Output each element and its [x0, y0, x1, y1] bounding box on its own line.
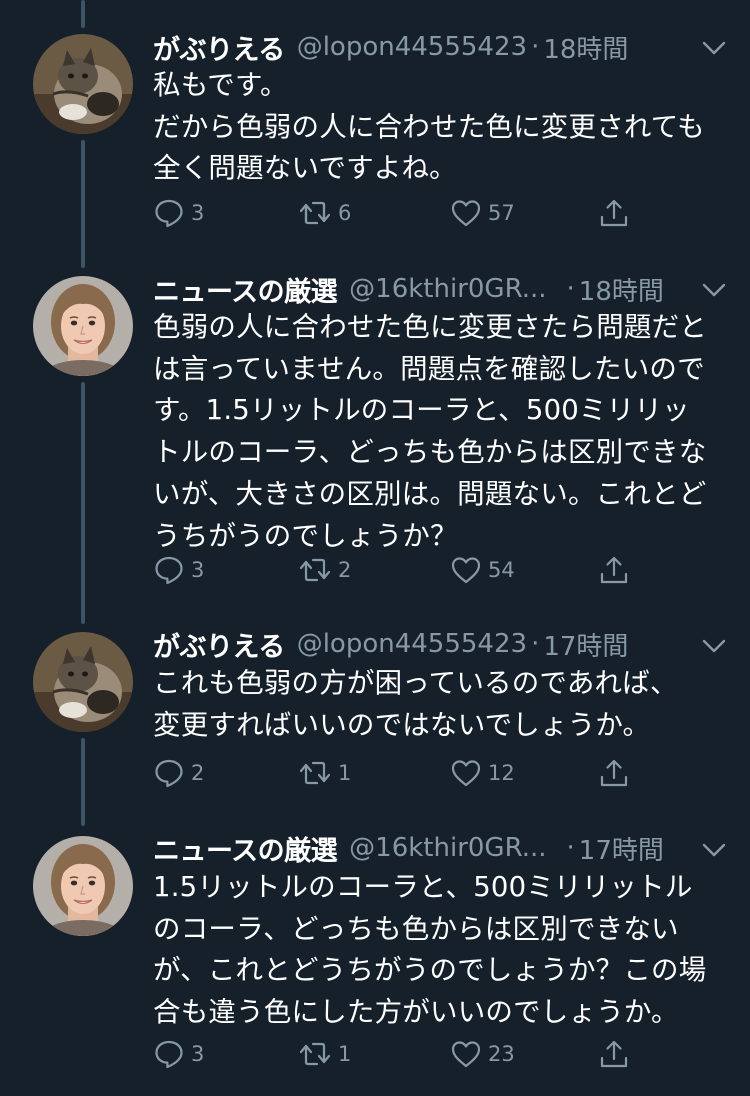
reply-icon: [155, 199, 183, 228]
cat-avatar-icon: [33, 632, 133, 732]
woman-avatar-icon: [33, 276, 133, 376]
display-name[interactable]: ニュースの厳選: [153, 270, 338, 309]
chevron-down-icon[interactable]: [700, 278, 728, 302]
tweet-text-line: 変更すればいいのではないでしょうか。: [153, 708, 651, 741]
retweet-count: 1: [338, 761, 352, 785]
tweet-text-line: は言っていません。問題点を確認したいので: [153, 352, 705, 385]
tweet-actions: 2 1 12: [153, 753, 733, 793]
heart-icon: [451, 760, 481, 787]
tweet-text-line: す。1.5リットルのコーラと、500ミリリッ: [153, 394, 690, 427]
like-count: 12: [488, 761, 515, 785]
cat-avatar-icon: [33, 34, 133, 134]
retweet-button[interactable]: 1: [298, 753, 351, 793]
retweet-button[interactable]: 2: [298, 550, 351, 590]
like-count: 54: [488, 558, 515, 582]
heart-icon: [451, 1041, 481, 1068]
tweet-text: 1.5リットルのコーラと、500ミリリットル のコーラ、どっちも色からは区別でき…: [153, 867, 728, 1034]
share-button[interactable]: [598, 193, 630, 233]
like-button[interactable]: 23: [450, 1034, 515, 1074]
separator: ·: [531, 32, 540, 62]
like-count: 57: [488, 201, 515, 225]
tweet-text-line: 合も違う色にした方がいいのでしょうか。: [153, 996, 679, 1029]
timestamp[interactable]: 18時間: [543, 29, 628, 66]
like-count: 23: [488, 1042, 515, 1066]
display-name[interactable]: がぶりえる: [153, 625, 285, 664]
retweet-button[interactable]: 1: [298, 1034, 351, 1074]
chevron-down-icon[interactable]: [700, 634, 728, 658]
tweet[interactable]: がぶりえる @lopon44555423 · 18時間 私もです。 だから色弱の…: [0, 0, 750, 250]
share-icon: [600, 199, 628, 227]
retweet-button[interactable]: 6: [298, 193, 351, 233]
retweet-icon: [299, 761, 331, 785]
timestamp[interactable]: 17時間: [543, 626, 628, 663]
timestamp[interactable]: 17時間: [579, 830, 664, 867]
reply-button[interactable]: 3: [153, 550, 204, 590]
reply-count: 2: [191, 761, 205, 785]
retweet-icon: [299, 558, 331, 582]
share-icon: [600, 1040, 628, 1068]
tweet-text-line: 1.5リットルのコーラと、500ミリリットル: [153, 871, 693, 903]
display-name[interactable]: ニュースの厳選: [153, 829, 338, 868]
tweet-actions: 3 2 54: [153, 550, 733, 590]
retweet-count: 2: [338, 558, 352, 582]
heart-icon: [451, 200, 481, 227]
woman-avatar-icon: [33, 836, 133, 936]
like-button[interactable]: 54: [450, 550, 515, 590]
share-button[interactable]: [598, 550, 630, 590]
like-button[interactable]: 57: [450, 193, 515, 233]
user-handle[interactable]: @16kthir0GR...: [349, 833, 546, 863]
tweet-text-line: 私もです。: [153, 69, 288, 101]
share-button[interactable]: [598, 1034, 630, 1074]
tweet[interactable]: ニュースの厳選 @16kthir0GR... · 17時間 1.5リットルのコー…: [0, 830, 750, 1096]
reply-button[interactable]: 2: [153, 753, 204, 793]
reply-icon: [155, 1040, 183, 1069]
avatar[interactable]: [33, 836, 133, 936]
retweet-count: 6: [338, 201, 352, 225]
tweet-text-line: が、これとどうちがうのでしょうか？この場: [153, 954, 707, 987]
tweet[interactable]: がぶりえる @lopon44555423 · 17時間 これも色弱の方が困ってい…: [0, 629, 750, 830]
like-button[interactable]: 12: [450, 753, 515, 793]
separator: ·: [566, 833, 575, 863]
chevron-down-icon[interactable]: [700, 838, 728, 862]
reply-icon: [155, 759, 183, 788]
user-handle[interactable]: @16kthir0GR...: [349, 274, 546, 304]
reply-count: 3: [191, 1042, 205, 1066]
tweet-text-line: いが、大きさの区別は。問題ない。これとど: [153, 477, 707, 510]
reply-count: 3: [191, 201, 205, 225]
timestamp[interactable]: 18時間: [579, 271, 664, 308]
tweet-text-line: トルのコーラ、どっちも色からは区別できな: [153, 436, 707, 469]
share-button[interactable]: [598, 753, 630, 793]
chevron-down-icon[interactable]: [700, 36, 728, 60]
retweet-icon: [299, 201, 331, 225]
retweet-icon: [299, 1042, 331, 1066]
user-handle[interactable]: @lopon44555423: [297, 629, 527, 659]
tweet-text-line: だから色弱の人に合わせた色に変更されても: [153, 110, 705, 143]
tweet-text-line: これも色弱の方が困っているのであれば、: [153, 667, 678, 699]
tweet-text: これも色弱の方が困っているのであれば、 変更すればいいのではないでしょうか。: [153, 663, 728, 746]
reply-count: 3: [191, 558, 205, 582]
tweet-text-line: のコーラ、どっちも色からは区別できない: [153, 912, 679, 945]
user-handle[interactable]: @lopon44555423: [297, 32, 527, 62]
tweet-text-line: 全く問題ないですよね。: [153, 152, 457, 185]
reply-icon: [155, 556, 183, 585]
avatar[interactable]: [33, 276, 133, 376]
retweet-count: 1: [338, 1042, 352, 1066]
tweet-text: 色弱の人に合わせた色に変更さたら問題だと は言っていません。問題点を確認したいの…: [153, 307, 728, 557]
tweet-text: 私もです。 だから色弱の人に合わせた色に変更されても 全く問題ないですよね。: [153, 65, 728, 190]
share-icon: [600, 556, 628, 584]
separator: ·: [566, 274, 575, 304]
tweet-text-line: 色弱の人に合わせた色に変更さたら問題だと: [153, 311, 707, 343]
tweet-actions: 3 6 57: [153, 193, 733, 233]
reply-button[interactable]: 3: [153, 193, 204, 233]
separator: ·: [531, 629, 540, 659]
tweet-thread: がぶりえる @lopon44555423 · 18時間 私もです。 だから色弱の…: [0, 0, 750, 1096]
avatar[interactable]: [33, 34, 133, 134]
reply-button[interactable]: 3: [153, 1034, 204, 1074]
share-icon: [600, 759, 628, 787]
display-name[interactable]: がぶりえる: [153, 28, 285, 67]
tweet-actions: 3 1 23: [153, 1034, 733, 1074]
avatar[interactable]: [33, 632, 133, 732]
tweet[interactable]: ニュースの厳選 @16kthir0GR... · 18時間 色弱の人に合わせた色…: [0, 250, 750, 630]
heart-icon: [451, 557, 481, 584]
